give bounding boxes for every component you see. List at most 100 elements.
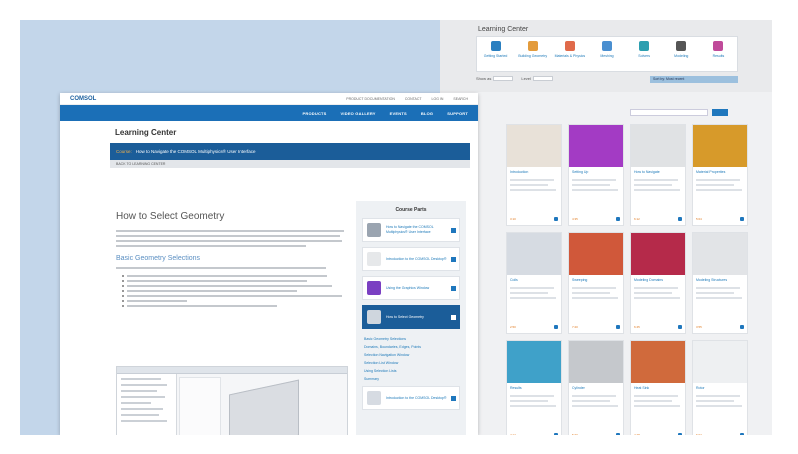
chevron-right-icon [451, 315, 456, 320]
video-card[interactable]: Modeling Domains 6:45 [630, 232, 686, 334]
play-icon [740, 433, 744, 435]
main-nav: PRODUCTS VIDEO GALLERY EVENTS BLOG SUPPORT [60, 105, 478, 121]
video-card[interactable]: Introduction 3:10 [506, 124, 562, 226]
utility-link[interactable]: LOG IN [432, 97, 444, 101]
video-thumbnail [631, 341, 685, 383]
category-icon [490, 41, 501, 51]
video-card[interactable]: How to Navigate 6:12 [630, 124, 686, 226]
utility-bar: COMSOL PRODUCT DOCUMENTATION CONTACT LOG I… [60, 93, 478, 105]
category-icon [713, 41, 724, 51]
video-title: Sweeping [572, 278, 588, 282]
background-header: Learning Center Getting Started Building … [440, 20, 772, 92]
comsol-logo[interactable]: COMSOL [70, 96, 96, 102]
video-title: How to Navigate [634, 170, 660, 174]
play-icon [616, 217, 620, 221]
utility-links: PRODUCT DOCUMENTATION CONTACT LOG IN SEARCH [346, 97, 468, 101]
category-item[interactable]: Results [700, 37, 737, 71]
category-label: Modeling [674, 54, 689, 58]
sidebar-item-label: Introduction to the COMSOL Desktop® [386, 395, 447, 400]
category-item[interactable]: Building Geometry [514, 37, 551, 71]
nav-item[interactable]: PRODUCTS [303, 111, 327, 116]
video-duration: 4:35 [572, 217, 578, 221]
sidebar-item[interactable]: Introduction to the COMSOL Desktop® [362, 247, 460, 271]
category-icon [676, 41, 687, 51]
article-content: How to Select Geometry Basic Geometry Se… [116, 201, 348, 435]
course-name[interactable]: How to Navigate the COMSOL Multiphysics®… [136, 149, 256, 154]
video-duration: 7:20 [572, 325, 578, 329]
sidebar-link[interactable]: Selection Navigation Window [364, 353, 458, 357]
video-card[interactable]: Setting Up 4:35 [568, 124, 624, 226]
category-item[interactable]: Solvers [626, 37, 663, 71]
section-paragraph [116, 267, 348, 269]
video-card[interactable]: Modeling Structures 3:55 [692, 232, 748, 334]
chevron-right-icon [451, 228, 456, 233]
intro-paragraph [116, 230, 348, 247]
category-item[interactable]: Materials & Physics [551, 37, 588, 71]
video-thumbnail [693, 341, 747, 383]
sidebar-link[interactable]: Basic Geometry Selections [364, 337, 458, 341]
section-title: Basic Geometry Selections [116, 255, 201, 262]
video-card[interactable]: Rotor 6:02 [692, 340, 748, 435]
filter-show-as[interactable]: Show as [476, 76, 514, 81]
sort-select[interactable]: Sort by: Most recent [650, 76, 738, 83]
sidebar-link[interactable]: Using Selection Lists [364, 369, 458, 373]
video-card[interactable]: Material Properties 5:04 [692, 124, 748, 226]
category-strip: Getting Started Building Geometry Material… [476, 36, 738, 72]
nav-item[interactable]: EVENTS [390, 111, 407, 116]
nav-item[interactable]: VIDEO GALLERY [341, 111, 376, 116]
sidebar-link[interactable]: Domains, Boundaries, Edges, Points [364, 345, 458, 349]
video-thumbnail [507, 233, 561, 275]
sidebar-link[interactable]: Selection List Window [364, 361, 458, 365]
video-card[interactable]: Coils 2:50 [506, 232, 562, 334]
utility-link[interactable]: PRODUCT DOCUMENTATION [346, 97, 395, 101]
category-item[interactable]: Meshing [588, 37, 625, 71]
search-button[interactable] [712, 109, 728, 116]
category-icon [527, 41, 538, 51]
category-label: Solvers [638, 54, 650, 58]
utility-link[interactable]: CONTACT [405, 97, 422, 101]
video-card[interactable]: Cylinder 5:30 [568, 340, 624, 435]
utility-link[interactable]: SEARCH [453, 97, 468, 101]
category-item[interactable]: Modeling [663, 37, 700, 71]
video-thumbnail [569, 341, 623, 383]
video-duration: 5:30 [572, 433, 578, 435]
filter-label: Level [521, 76, 531, 81]
software-screenshot [116, 366, 348, 435]
video-card[interactable]: Sweeping 7:20 [568, 232, 624, 334]
sidebar-link[interactable]: Summary [364, 377, 458, 381]
back-link[interactable]: BACK TO LEARNING CENTER [116, 162, 165, 166]
search-input[interactable] [630, 109, 708, 116]
category-item[interactable]: Getting Started [477, 37, 514, 71]
video-title: Modeling Structures [696, 278, 728, 282]
filter-level[interactable]: Level [521, 76, 553, 81]
category-label: Getting Started [483, 54, 508, 58]
video-title: Material Properties [696, 170, 726, 174]
nav-item[interactable]: SUPPORT [447, 111, 468, 116]
video-thumbnail [631, 125, 685, 167]
foreground-page: COMSOL PRODUCT DOCUMENTATION CONTACT LOG I… [60, 93, 478, 435]
sidebar-item-label: Introduction to the COMSOL Desktop® [386, 256, 447, 261]
sidebar-item[interactable]: How to Select Geometry [362, 305, 460, 329]
filter-select[interactable] [493, 76, 514, 81]
video-duration: 3:10 [510, 217, 516, 221]
chevron-right-icon [451, 396, 456, 401]
bullet-list [116, 275, 348, 307]
background-title: Learning Center [478, 26, 529, 33]
sidebar-item[interactable]: How to Navigate the COMSOL Multiphysics®… [362, 218, 460, 242]
back-link-bar: BACK TO LEARNING CENTER [110, 160, 470, 168]
category-label: Building Geometry [518, 54, 548, 58]
article-title: How to Select Geometry [116, 211, 225, 222]
sidebar-item-bottom[interactable]: Introduction to the COMSOL Desktop® [362, 386, 460, 410]
play-icon [678, 433, 682, 435]
video-card[interactable]: Heat Sink 4:48 [630, 340, 686, 435]
sidebar-item[interactable]: Using the Graphics Window [362, 276, 460, 300]
background-page: Learning Center Getting Started Building … [440, 20, 772, 435]
video-card[interactable]: Results 4:12 [506, 340, 562, 435]
nav-item[interactable]: BLOG [421, 111, 433, 116]
screenshot-ribbon [117, 367, 347, 374]
video-title: Cylinder [572, 386, 585, 390]
video-duration: 6:02 [696, 433, 702, 435]
filter-select[interactable] [532, 76, 553, 81]
video-duration: 5:04 [696, 217, 702, 221]
video-thumbnail [569, 125, 623, 167]
